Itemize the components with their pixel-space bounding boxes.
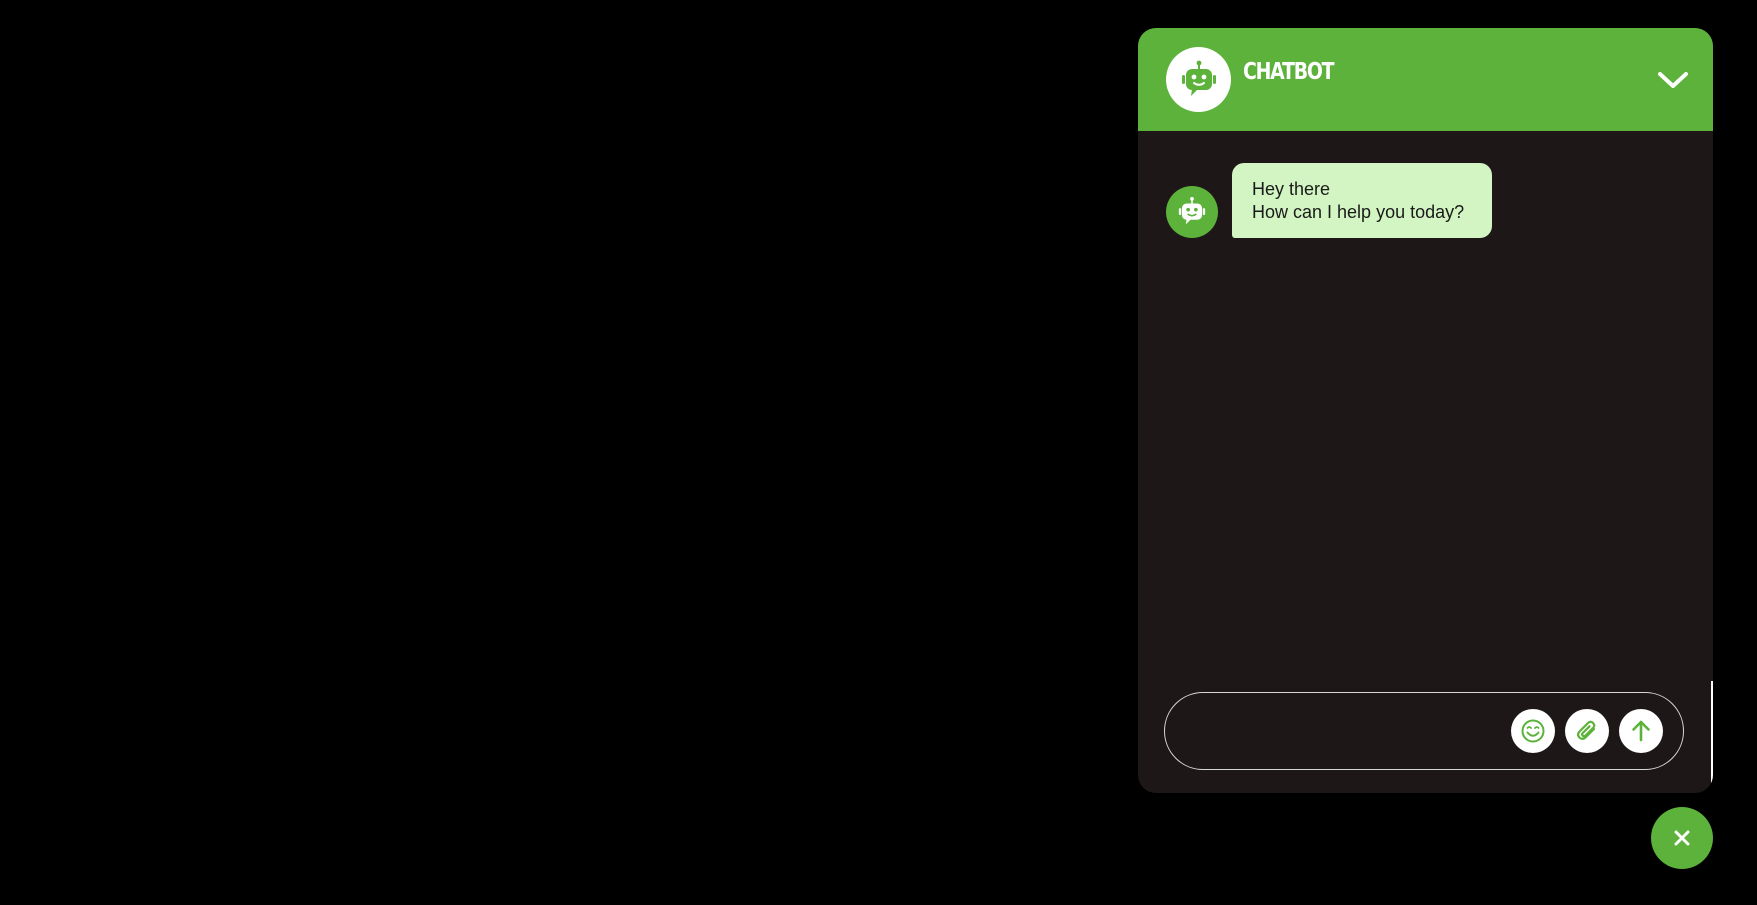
paperclip-icon bbox=[1574, 718, 1600, 744]
smiley-icon bbox=[1520, 718, 1546, 744]
chevron-down-icon bbox=[1657, 69, 1689, 91]
attach-button[interactable] bbox=[1565, 709, 1609, 753]
collapse-button[interactable] bbox=[1655, 62, 1691, 98]
robot-icon bbox=[1177, 58, 1221, 102]
send-button[interactable] bbox=[1619, 709, 1663, 753]
scrollbar[interactable] bbox=[1711, 681, 1713, 793]
message-text-line: How can I help you today? bbox=[1252, 202, 1465, 222]
emoji-button[interactable] bbox=[1511, 709, 1555, 753]
message-composer bbox=[1164, 692, 1684, 770]
chat-header: CHATBOT bbox=[1138, 28, 1713, 131]
header-avatar bbox=[1166, 47, 1231, 112]
message-input[interactable] bbox=[1185, 709, 1509, 755]
arrow-up-icon bbox=[1628, 718, 1654, 744]
robot-icon bbox=[1175, 195, 1209, 229]
chat-title: CHATBOT bbox=[1243, 59, 1335, 85]
chatbot-panel: CHATBOT Hey there How can I help you tod… bbox=[1138, 28, 1713, 793]
bot-avatar bbox=[1166, 186, 1218, 238]
message-text-line: Hey there bbox=[1252, 179, 1331, 199]
message-bubble: Hey there How can I help you today? bbox=[1232, 163, 1492, 238]
close-chat-button[interactable] bbox=[1651, 807, 1713, 869]
close-icon bbox=[1672, 828, 1692, 848]
